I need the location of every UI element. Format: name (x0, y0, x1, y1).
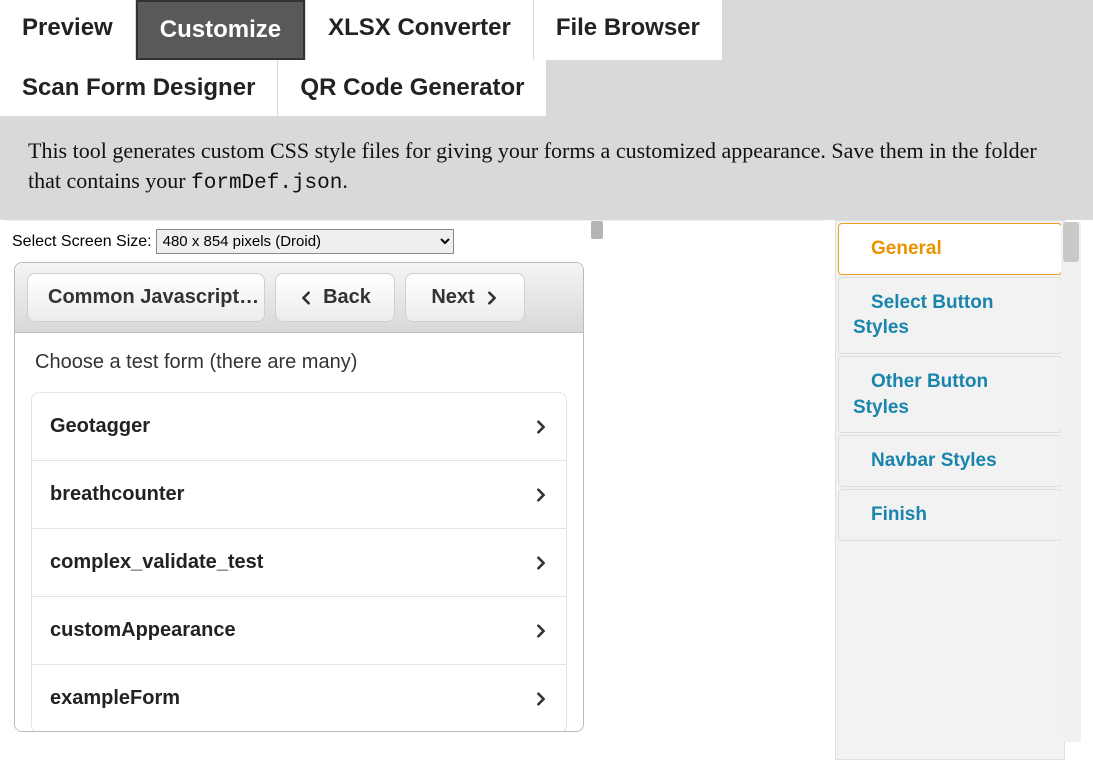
screen-size-select[interactable]: 480 x 854 pixels (Droid) (156, 229, 454, 254)
page-root: Preview Customize XLSX Converter File Br… (0, 0, 1093, 744)
list-item-label: customAppearance (50, 619, 236, 642)
sidebar-item-label-line2: Styles (853, 397, 909, 418)
back-label: Back (323, 286, 371, 309)
chevron-right-icon (534, 420, 548, 434)
list-item-label: exampleForm (50, 687, 180, 710)
list-item[interactable]: Geotagger (32, 393, 566, 460)
tab-xlsx-converter[interactable]: XLSX Converter (306, 0, 533, 60)
outer-scrollbar-thumb[interactable] (1063, 222, 1079, 262)
sidebar-item-navbar-styles[interactable]: Navbar Styles (838, 435, 1062, 487)
tab-file-browser[interactable]: File Browser (534, 0, 722, 60)
description-text-before: This tool generates custom CSS style fil… (28, 138, 1037, 193)
list-item[interactable]: breathcounter (32, 460, 566, 528)
chevron-right-icon (534, 692, 548, 706)
tool-description: This tool generates custom CSS style fil… (0, 116, 1093, 220)
list-item-label: breathcounter (50, 483, 184, 506)
sidebar-item-other-button-styles[interactable]: Other Button Styles (838, 356, 1062, 433)
form-heading: Choose a test form (there are many) (35, 351, 567, 374)
tab-scan-form-designer[interactable]: Scan Form Designer (0, 60, 277, 116)
list-item[interactable]: customAppearance (32, 596, 566, 664)
list-item-label: Geotagger (50, 415, 150, 438)
sidebar-item-finish[interactable]: Finish (838, 489, 1062, 541)
next-button[interactable]: Next (405, 273, 525, 322)
inner-scrollbar-thumb[interactable] (591, 221, 603, 239)
tab-qr-code-generator[interactable]: QR Code Generator (278, 60, 546, 116)
tab-preview[interactable]: Preview (0, 0, 135, 60)
tab-customize[interactable]: Customize (136, 0, 305, 60)
chevron-left-icon (299, 291, 313, 305)
sidebar-item-general[interactable]: General (838, 223, 1062, 275)
sidebar-item-label-line2: Styles (853, 317, 909, 338)
sidebar-item-label-line1: Select Button (853, 292, 993, 313)
chevron-right-icon (485, 291, 499, 305)
list-item[interactable]: complex_validate_test (32, 528, 566, 596)
sidebar-item-select-button-styles[interactable]: Select Button Styles (838, 277, 1062, 354)
chevron-right-icon (534, 556, 548, 570)
next-label: Next (431, 286, 474, 309)
style-sections-sidebar: General Select Button Styles Other Butto… (835, 220, 1065, 760)
form-body: Choose a test form (there are many) Geot… (15, 333, 583, 732)
sidebar-item-label: General (853, 238, 942, 259)
sidebar-item-label: Finish (853, 504, 927, 525)
device-preview-frame: Common Javascript… Back Next (14, 262, 584, 732)
chevron-right-icon (534, 488, 548, 502)
form-list: Geotagger breathcounter co (31, 392, 567, 732)
description-text-after: . (342, 168, 348, 193)
description-code: formDef.json (191, 172, 342, 195)
tabs-container: Preview Customize XLSX Converter File Br… (0, 0, 1093, 116)
form-title-label: Common Javascript… (48, 286, 259, 309)
sidebar-item-label-line1: Other Button (853, 371, 988, 392)
content-area: Select Screen Size: 480 x 854 pixels (Dr… (0, 220, 1093, 760)
sidebar-item-label: Navbar Styles (853, 450, 997, 471)
preview-panel: Select Screen Size: 480 x 854 pixels (Dr… (6, 220, 825, 760)
outer-scrollbar-track[interactable] (1061, 222, 1081, 742)
chevron-right-icon (534, 624, 548, 638)
form-title-button[interactable]: Common Javascript… (27, 273, 265, 322)
list-item-label: complex_validate_test (50, 551, 263, 574)
screen-size-label: Select Screen Size: (12, 233, 152, 251)
screen-size-row: Select Screen Size: 480 x 854 pixels (Dr… (6, 221, 825, 258)
back-button[interactable]: Back (275, 273, 395, 322)
preview-toolbar: Common Javascript… Back Next (15, 263, 583, 333)
tabs-row-2: Scan Form Designer QR Code Generator (0, 60, 1093, 116)
tabs-row-1: Preview Customize XLSX Converter File Br… (0, 0, 1093, 60)
list-item[interactable]: exampleForm (32, 664, 566, 732)
